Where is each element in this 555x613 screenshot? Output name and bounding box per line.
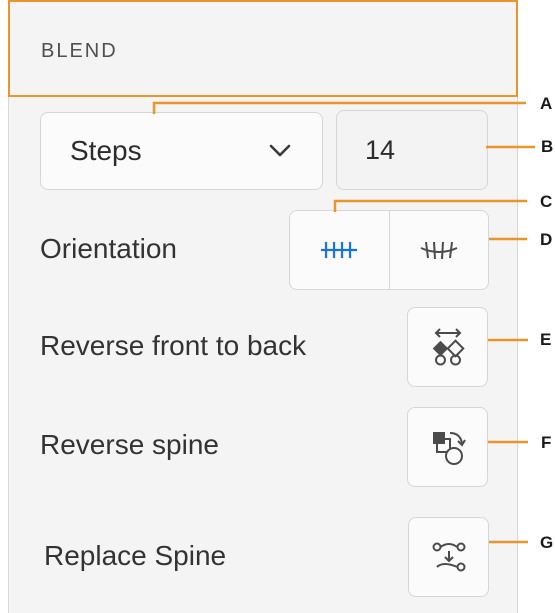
callout-c: C	[540, 192, 553, 211]
callout-g: G	[540, 533, 554, 552]
callout-b: B	[541, 137, 554, 156]
callout-d: D	[540, 230, 553, 249]
callout-e: E	[540, 330, 552, 349]
callout-a: A	[540, 94, 553, 113]
callout-lines	[152, 101, 535, 544]
callout-f: F	[541, 433, 552, 452]
